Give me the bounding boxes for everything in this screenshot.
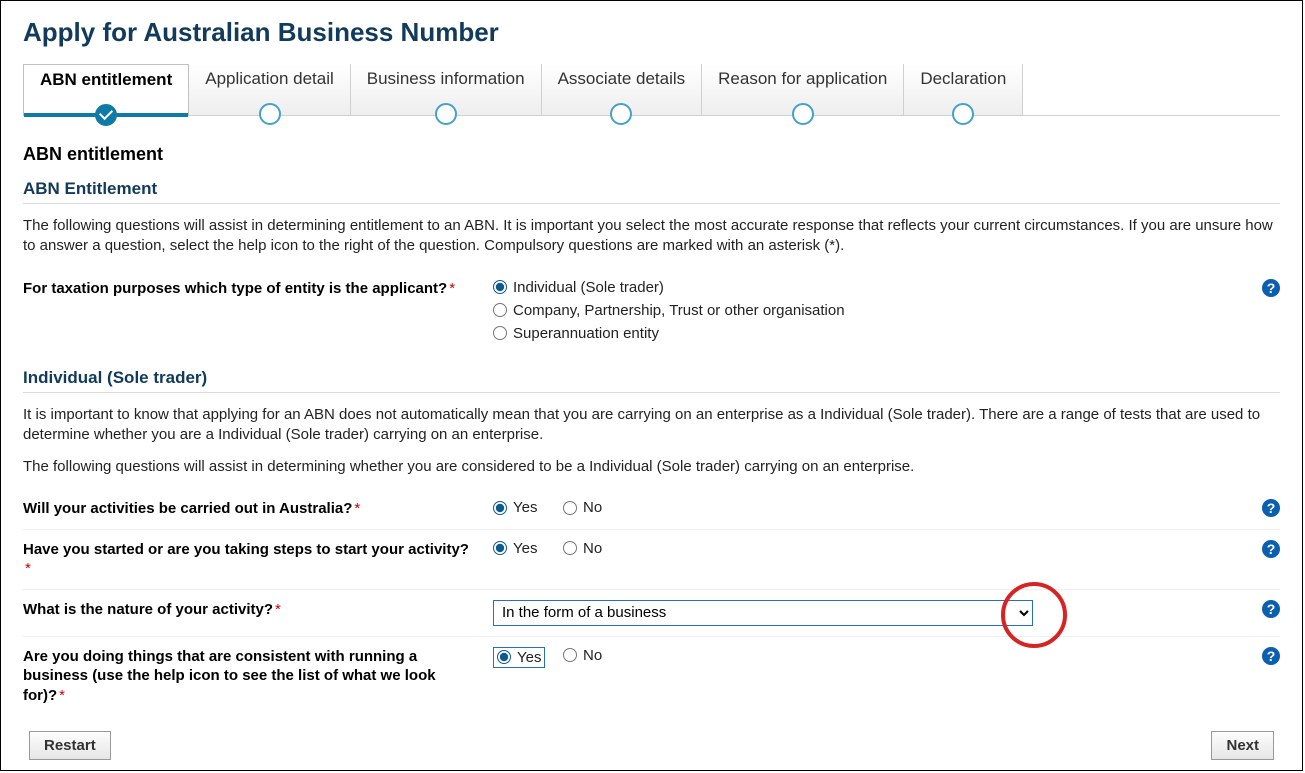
step-label: Declaration: [920, 69, 1006, 88]
question-australia: Will your activities be carried out in A…: [23, 489, 1280, 530]
started-no[interactable]: No: [563, 540, 602, 557]
entity-type-label: For taxation purposes which type of enti…: [23, 279, 493, 299]
entity-radio-company[interactable]: [493, 303, 507, 317]
australia-radio-no[interactable]: [563, 501, 577, 515]
option-label: No: [583, 499, 602, 516]
sole-trader-intro2: The following questions will assist in d…: [23, 457, 1280, 477]
step-label: Business information: [367, 69, 525, 88]
started-label: Have you started or are you taking steps…: [23, 540, 493, 579]
question-started: Have you started or are you taking steps…: [23, 530, 1280, 590]
question-nature: What is the nature of your activity?* In…: [23, 590, 1280, 637]
help-icon[interactable]: ?: [1262, 647, 1280, 665]
question-running-business: Are you doing things that are consistent…: [23, 637, 1280, 716]
running-label: Are you doing things that are consistent…: [23, 647, 493, 706]
button-row: Restart Next: [23, 731, 1280, 760]
sole-trader-intro1: It is important to know that applying fo…: [23, 405, 1280, 446]
running-radio-yes[interactable]: [497, 650, 511, 664]
nature-label: What is the nature of your activity?*: [23, 600, 493, 620]
step-abn-entitlement[interactable]: ABN entitlement: [23, 64, 189, 116]
entity-radio-individual[interactable]: [493, 280, 507, 294]
step-label: Associate details: [558, 69, 686, 88]
nature-select[interactable]: In the form of a business: [493, 600, 1033, 626]
option-label: Yes: [517, 649, 541, 666]
section-heading-entitlement: ABN Entitlement: [23, 179, 1280, 204]
entity-option-company[interactable]: Company, Partnership, Trust or other org…: [493, 302, 1280, 319]
started-radio-yes[interactable]: [493, 541, 507, 555]
option-label: No: [583, 647, 602, 664]
question-entity-type: For taxation purposes which type of enti…: [23, 269, 1280, 358]
entitlement-intro: The following questions will assist in d…: [23, 216, 1280, 257]
running-no[interactable]: No: [563, 647, 602, 664]
next-button[interactable]: Next: [1211, 731, 1274, 760]
australia-label: Will your activities be carried out in A…: [23, 499, 493, 519]
running-radio-no[interactable]: [563, 648, 577, 662]
entity-option-label: Individual (Sole trader): [513, 279, 664, 296]
started-yes[interactable]: Yes: [493, 540, 537, 557]
step-application-detail[interactable]: Application detail: [189, 64, 351, 115]
step-business-information[interactable]: Business information: [351, 64, 542, 115]
step-label: Application detail: [205, 69, 334, 88]
entity-option-label: Superannuation entity: [513, 325, 659, 342]
entity-option-label: Company, Partnership, Trust or other org…: [513, 302, 845, 319]
restart-button[interactable]: Restart: [29, 731, 111, 760]
step-label: ABN entitlement: [40, 70, 172, 89]
australia-radio-yes[interactable]: [493, 501, 507, 515]
option-label: Yes: [513, 499, 537, 516]
started-radio-no[interactable]: [563, 541, 577, 555]
help-icon[interactable]: ?: [1262, 540, 1280, 558]
entity-option-super[interactable]: Superannuation entity: [493, 325, 1280, 342]
page-title: Apply for Australian Business Number: [23, 17, 1280, 48]
help-icon[interactable]: ?: [1262, 600, 1280, 618]
step-associate-details[interactable]: Associate details: [542, 64, 703, 115]
option-label: Yes: [513, 540, 537, 557]
step-label: Reason for application: [718, 69, 887, 88]
australia-no[interactable]: No: [563, 499, 602, 516]
help-icon[interactable]: ?: [1262, 279, 1280, 297]
step-declaration[interactable]: Declaration: [904, 64, 1023, 115]
entity-radio-super[interactable]: [493, 326, 507, 340]
step-reason-for-application[interactable]: Reason for application: [702, 64, 904, 115]
australia-yes[interactable]: Yes: [493, 499, 537, 516]
section-heading-sole-trader: Individual (Sole trader): [23, 368, 1280, 393]
option-label: No: [583, 540, 602, 557]
running-yes[interactable]: Yes: [493, 647, 545, 668]
progress-steps: ABN entitlement Application detail Busin…: [23, 64, 1280, 116]
entity-option-individual[interactable]: Individual (Sole trader): [493, 279, 1280, 296]
current-step-heading: ABN entitlement: [23, 144, 1280, 165]
